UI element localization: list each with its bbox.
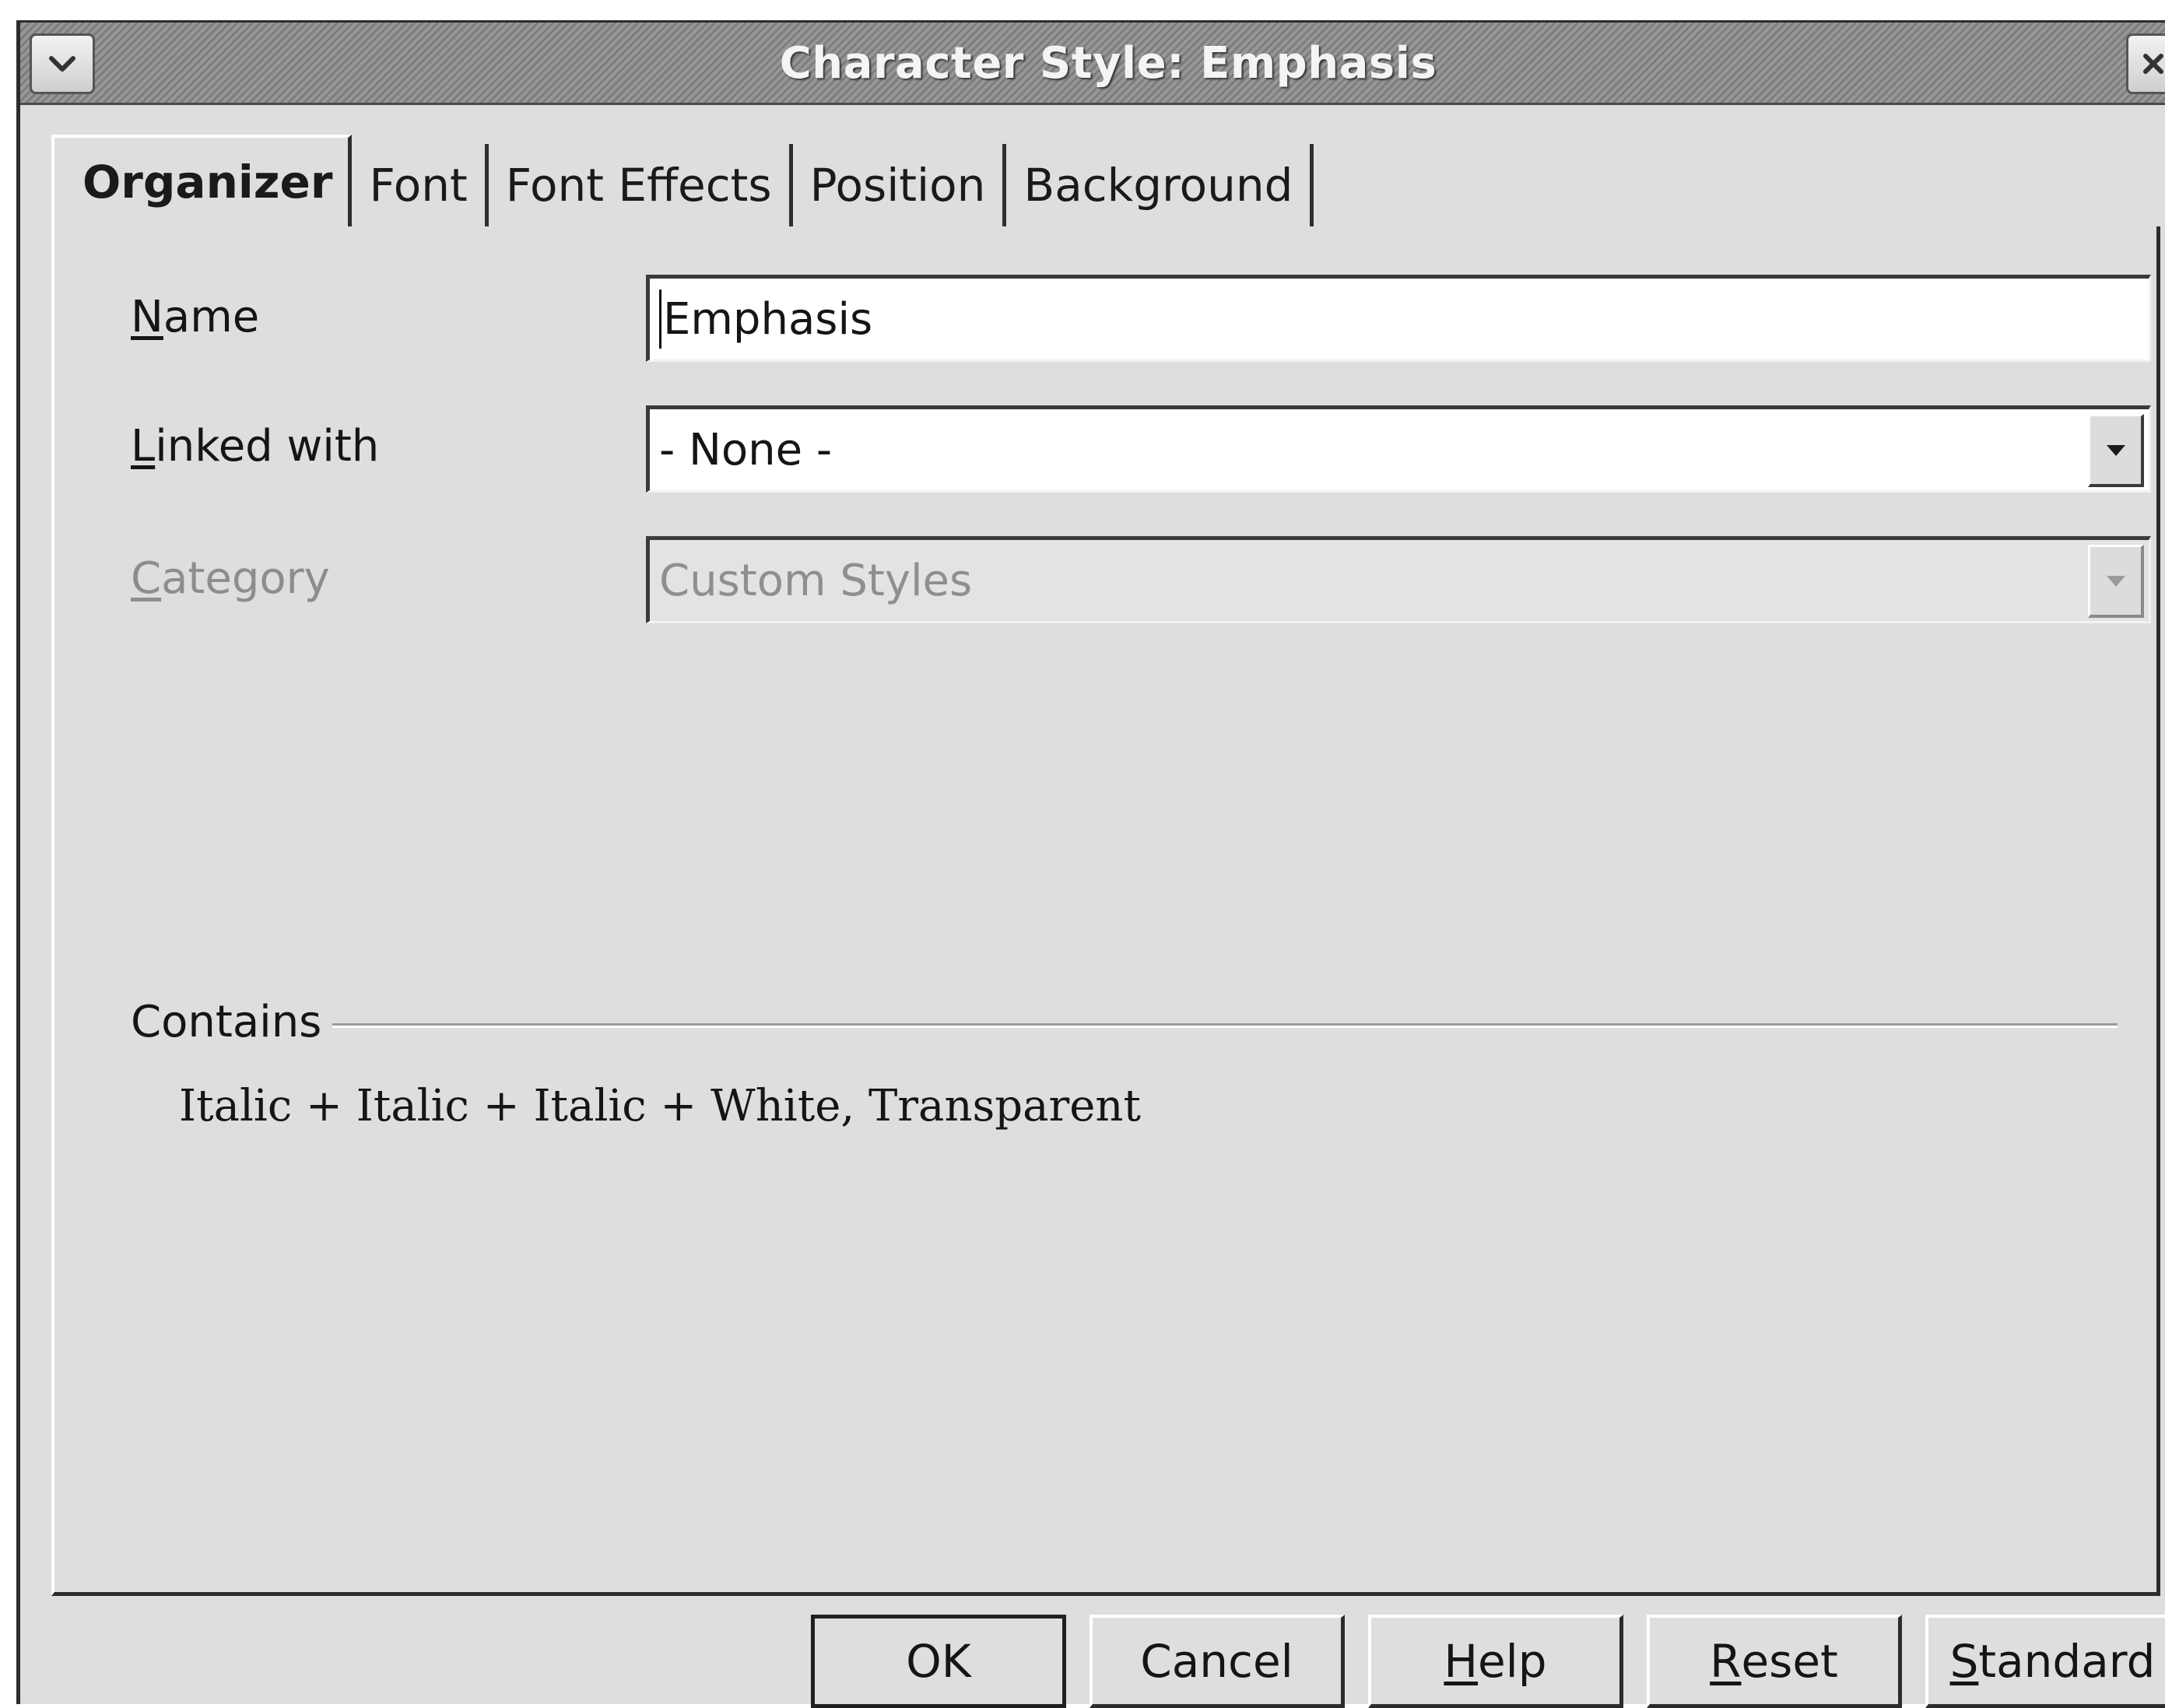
- category-label: Category: [131, 553, 330, 604]
- reset-label-rest: eset: [1741, 1634, 1838, 1688]
- reset-mnemonic: R: [1710, 1634, 1742, 1688]
- contains-value: Italic + Italic + Italic + White, Transp…: [179, 1081, 1141, 1131]
- triangle-down-icon: [2106, 444, 2125, 456]
- triangle-down-icon: [2106, 575, 2125, 587]
- linked-with-dropdown-button[interactable]: [2088, 414, 2144, 487]
- name-field[interactable]: Emphasis: [646, 275, 2151, 362]
- close-icon: [2143, 54, 2163, 74]
- reset-button[interactable]: Reset: [1647, 1615, 1902, 1708]
- name-label-mnemonic: N: [131, 292, 163, 342]
- standard-button[interactable]: Standard: [1925, 1615, 2165, 1708]
- tab-bar: Organizer Font Font Effects Position Bac…: [51, 133, 1314, 226]
- window-menu-button[interactable]: [30, 33, 95, 94]
- category-select: Custom Styles: [646, 536, 2151, 623]
- linked-with-value: - None -: [659, 424, 833, 475]
- name-label: Name: [131, 292, 259, 342]
- contains-divider: [311, 1023, 2118, 1028]
- name-label-rest: ame: [163, 292, 260, 342]
- linked-with-label-mnemonic: L: [131, 421, 156, 472]
- chevron-down-icon: [49, 56, 75, 72]
- tab-organizer[interactable]: Organizer: [51, 135, 353, 226]
- tab-position[interactable]: Position: [793, 144, 1007, 226]
- help-mnemonic: H: [1444, 1634, 1478, 1688]
- category-label-rest: ategory: [161, 553, 330, 604]
- linked-with-label-rest: inked with: [155, 421, 380, 472]
- ok-button[interactable]: OK: [811, 1615, 1066, 1708]
- help-label-rest: elp: [1478, 1634, 1547, 1688]
- character-style-dialog: Character Style: Emphasis Organizer Font…: [16, 20, 2165, 1708]
- category-value: Custom Styles: [659, 555, 973, 606]
- tab-font[interactable]: Font: [352, 144, 489, 226]
- category-label-mnemonic: C: [131, 553, 162, 604]
- close-button[interactable]: [2126, 33, 2165, 94]
- title-bar[interactable]: Character Style: Emphasis: [20, 23, 2165, 105]
- dialog-button-row: OK Cancel Help Reset Standard: [811, 1615, 2165, 1708]
- category-dropdown-button: [2088, 545, 2144, 618]
- tab-font-effects[interactable]: Font Effects: [489, 144, 793, 226]
- linked-with-label: Linked with: [131, 421, 379, 472]
- tab-background[interactable]: Background: [1006, 144, 1314, 226]
- help-button[interactable]: Help: [1368, 1615, 1623, 1708]
- text-cursor: [659, 289, 661, 349]
- standard-label-rest: tandard: [1978, 1634, 2156, 1688]
- name-field-value: Emphasis: [663, 293, 873, 345]
- window-title: Character Style: Emphasis: [779, 38, 1437, 89]
- contains-label: Contains: [131, 997, 333, 1047]
- cancel-button[interactable]: Cancel: [1090, 1615, 1345, 1708]
- organizer-panel: Name Emphasis Linked with - None - Categ…: [51, 226, 2160, 1596]
- standard-mnemonic: S: [1949, 1634, 1979, 1688]
- linked-with-select[interactable]: - None -: [646, 405, 2151, 493]
